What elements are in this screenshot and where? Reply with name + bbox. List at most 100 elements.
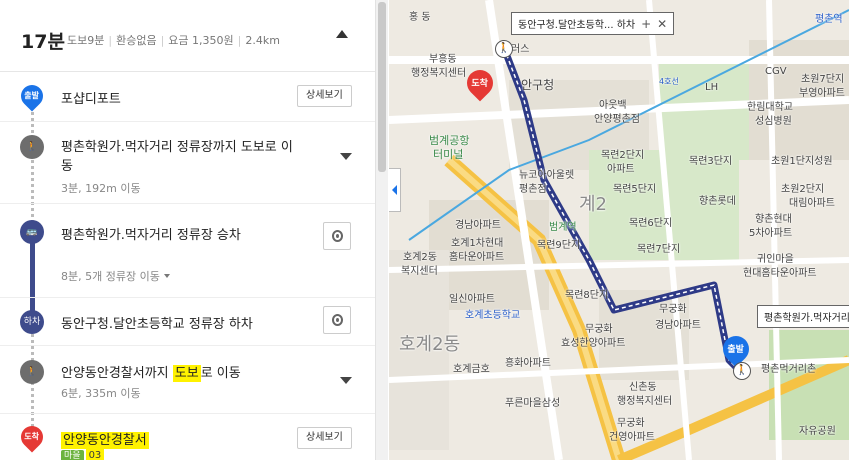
end-place: 안양동안경찰서 [61,432,149,449]
map-label: 터미널 [433,148,464,161]
walk1-duration: 3분, 192m 이동 [61,182,141,195]
walk-icon: 🚶 [20,360,44,384]
close-icon[interactable]: ✕ [657,17,667,31]
map-label: 향촌현대 [755,214,792,225]
callout-text: 동안구청.달안초등학... 하차 [518,20,636,31]
map-label: 목련5단지 [613,184,657,195]
map-label: 무궁화 [659,304,687,315]
walk1-title-line1: 평촌학원가.먹자거리 정류장까지 도보로 이 [61,140,293,155]
collapse-arrow-icon[interactable] [336,30,348,38]
map-label: 흥화아파트 [505,358,551,369]
map-label: 안양평촌점 [594,114,640,125]
bus-icon: 🚌 [20,220,44,244]
map-label: 신촌동 [629,382,657,393]
board-stop-callout[interactable]: 평촌학원가.먹자거리 정류장 [757,305,849,328]
walk2-title: 안양동안경찰서까지 도보 로 이동 [61,365,241,382]
map-label: 행정복지센터 [411,68,467,79]
map-label: 효성한양아파트 [561,338,626,349]
map-label: 부영아파트 [799,88,845,99]
map-label: 푸른마을삼성 [505,398,561,409]
map-label: 목련9단지 [537,240,581,251]
map-label: 뉴코아아울렛 [519,170,575,181]
map-label: 복지센터 [401,266,438,277]
alight-title: 동안구청.달안초등학교 정류장 하차 [61,317,253,332]
map-label: 경남아파트 [655,320,701,331]
map-label: 부흥동 [429,54,457,65]
map-label: 행정복지센터 [617,396,673,407]
stops-expand-icon [163,274,170,278]
map-label: 평촌먹거리촌 [761,364,817,375]
map-label: 무궁화 [617,418,645,429]
step-board: 🚌 평촌학원가.먹자거리 정류장 승차 마을 03 8분, 5개 정류장 이동 [0,204,375,460]
expand-walk1-icon[interactable] [340,153,352,160]
start-pin-icon: 출발 [16,80,48,112]
map-label: 호계초등학교 [465,310,521,321]
map-label: CGV [765,66,787,77]
walk1-title-line2: 동 [61,159,73,174]
walk-time: 도보9분 [67,34,105,47]
map-label: 성심병원 [755,116,792,127]
end-detail-button[interactable]: 상세보기 [297,427,352,449]
map-label: 호계금호 [453,364,490,375]
route-meta: 도보9분 | 환승없음 | 요금 1,350원 | 2.4km [67,34,280,47]
map-label: 일신아파트 [449,294,495,305]
walk2-duration: 6분, 335m 이동 [61,387,141,400]
map-label: 4호선 [659,77,679,86]
map-label: 호계2동 [399,334,461,355]
map-label: 계2 [579,194,608,215]
walk-marker-icon[interactable]: 🚶 [495,40,513,58]
map-view[interactable]: 홍 동 부흥동 행정복지센터 러스 안구청 아웃백 안양평촌점 CGV LH 한… [389,0,849,460]
step-walk-1: 🚶 평촌학원가.먹자거리 정류장까지 도보로 이 동 3분, 192m 이동 [0,122,375,204]
step-end: 도착 안양동안경찰서 상세보기 [0,414,375,460]
walk-icon: 🚶 [20,135,44,159]
alight-stop-callout[interactable]: 동안구청.달안초등학... 하차 + ✕ [511,12,675,35]
map-label: 호계2동 [403,252,437,263]
distance: 2.4km [245,34,280,47]
map-label: 목련6단지 [629,218,673,229]
panel-scrollbar[interactable] [375,0,388,460]
scroll-thumb[interactable] [378,2,386,172]
zoom-in-icon[interactable]: + [641,17,651,31]
map-label: 목련8단지 [565,290,609,301]
map-label: 자유공원 [799,426,836,437]
panel-toggle-button[interactable] [389,168,401,212]
transfer-info: 환승없음 [116,34,157,47]
callout-text: 평촌학원가.먹자거리 정류장 [764,313,849,324]
end-pin-icon: 도착 [16,421,48,453]
step-start: 출발 포샵디포트 상세보기 [0,72,375,122]
alight-marker: 하차 [20,310,44,334]
map-label: 5차아파트 [749,228,793,239]
map-label: LH [705,82,719,93]
map-label: 귀인마을 [757,254,794,265]
map-label: 목련7단지 [637,244,681,255]
bus-info-button[interactable] [323,222,351,250]
map-label: 목련3단지 [689,156,733,167]
walk-marker-icon[interactable]: 🚶 [733,362,751,380]
map-label: 홈타운아파트 [449,252,505,263]
expand-walk2-icon[interactable] [340,377,352,384]
board-duration[interactable]: 8분, 5개 정류장 이동 [61,268,170,284]
total-time: 17분 [21,31,65,53]
map-label: 초원2단지 [781,184,825,195]
map-label: 대림아파트 [789,198,835,209]
map-label: 러스 [511,44,530,55]
start-detail-button[interactable]: 상세보기 [297,85,352,107]
map-label: 건영아파트 [609,432,655,443]
map-label: 향촌롯데 [699,196,736,207]
fare: 요금 1,350원 [168,34,234,47]
map-label: 목련2단지 [601,150,645,161]
map-label: 평촌역 [815,14,843,25]
route-summary[interactable]: 17분 도보9분 | 환승없음 | 요금 1,350원 | 2.4km [0,0,375,72]
map-label: 홍 동 [409,12,431,23]
map-label: 안구청 [521,78,555,92]
map-label: 호계1차현대 [451,238,504,249]
map-label: 현대홈타운아파트 [743,268,817,279]
map-label: 범계역 [549,222,577,233]
map-label: 평촌점 [519,184,547,195]
route-detail-panel: 17분 도보9분 | 환승없음 | 요금 1,350원 | 2.4km 출발 포샵디포트 상… [0,0,375,460]
map-label: 경남아파트 [455,220,501,231]
start-place: 포샵디포트 [61,92,121,107]
map-label: 아웃백 [599,100,627,111]
alight-info-button[interactable] [323,306,351,334]
map-label: 초원1단지성원 [771,156,833,167]
